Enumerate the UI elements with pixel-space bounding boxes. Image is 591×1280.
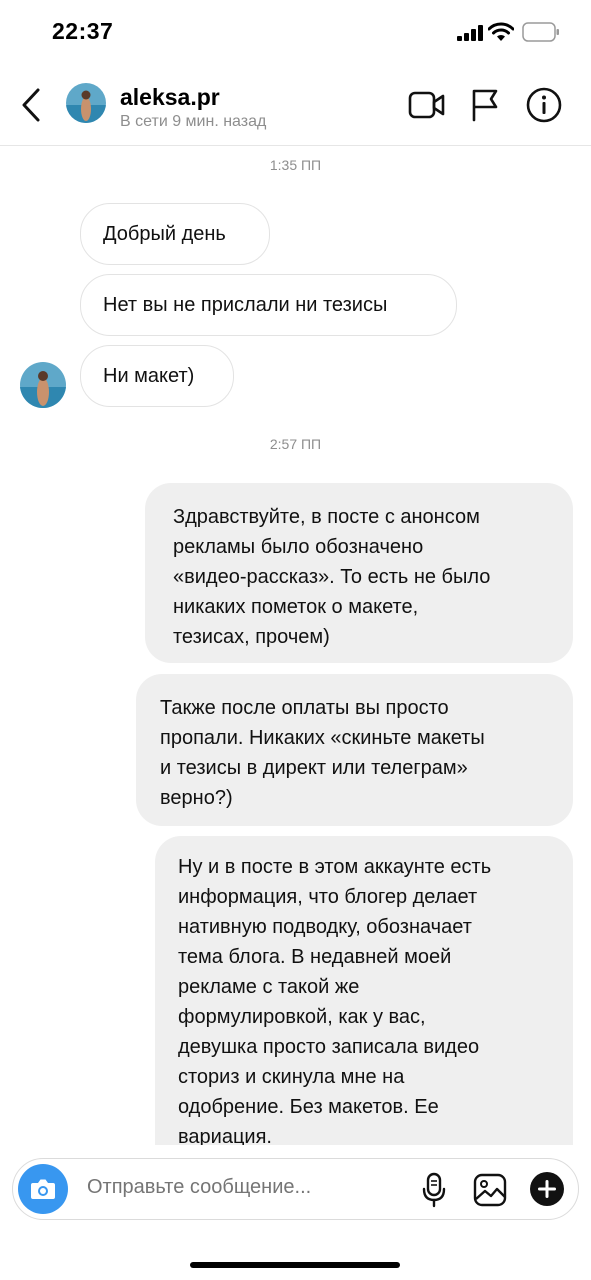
message-line: информация, что блогер делает [178, 886, 478, 908]
message-line: Также после оплаты вы просто [160, 697, 449, 719]
gallery-icon[interactable] [473, 1173, 507, 1207]
video-call-icon[interactable] [408, 90, 446, 120]
message-line: и тезисы в директ или телеграм» [160, 757, 468, 779]
avatar[interactable] [66, 83, 106, 123]
outgoing-message[interactable]: Ну и в посте в этом аккаунте есть информ… [155, 836, 573, 1145]
chat-username[interactable]: aleksa.pr [120, 84, 220, 111]
message-composer [12, 1158, 579, 1220]
flag-icon[interactable] [470, 88, 500, 122]
message-line: «видео-рассказ». То есть не было [173, 566, 491, 588]
home-indicator[interactable] [190, 1262, 400, 1268]
outgoing-message[interactable]: Также после оплаты вы просто пропали. Ни… [136, 674, 573, 826]
message-thread[interactable]: 1:35 ПП Добрый день Нет вы не прислали н… [0, 147, 591, 1145]
message-line: рекламе с такой же [178, 976, 360, 998]
sender-avatar[interactable] [20, 362, 66, 408]
message-line: верно?) [160, 787, 233, 809]
message-line: тезисах, прочем) [173, 626, 330, 648]
back-arrow-icon[interactable] [18, 86, 44, 124]
battery-icon [522, 22, 559, 42]
message-line: сториз и скинула мне на [178, 1066, 405, 1088]
status-bar: 22:37 [0, 0, 591, 64]
outgoing-message[interactable]: Здравствуйте, в посте с анонсом рекламы … [145, 483, 573, 663]
incoming-message[interactable]: Нет вы не прислали ни тезисы [80, 274, 457, 336]
info-icon[interactable] [526, 87, 562, 123]
incoming-message[interactable]: Добрый день [80, 203, 270, 265]
message-line: Здравствуйте, в посте с анонсом [173, 506, 480, 528]
plus-icon[interactable] [529, 1171, 565, 1207]
message-line: девушка просто записала видео [178, 1036, 480, 1058]
message-line: вариация. [178, 1126, 272, 1145]
signal-icon [457, 25, 485, 41]
message-line: пропали. Никаких «скиньте макеты [160, 727, 485, 749]
wifi-icon [488, 22, 514, 41]
message-input[interactable] [87, 1176, 387, 1199]
camera-icon [31, 1179, 55, 1199]
message-line: никаких пометок о макете, [173, 596, 419, 618]
status-time: 22:37 [52, 18, 114, 44]
microphone-icon[interactable] [421, 1172, 447, 1208]
chat-header: aleksa.pr В сети 9 мин. назад [0, 64, 591, 146]
incoming-message[interactable]: Ни макет) [80, 345, 234, 407]
message-line: Ну и в посте в этом аккаунте есть [178, 856, 492, 878]
message-line: формулировкой, как у вас, [178, 1006, 426, 1028]
online-status: В сети 9 мин. назад [120, 113, 267, 130]
camera-button[interactable] [18, 1164, 68, 1214]
message-line: тема блога. В недавней моей [178, 946, 452, 968]
message-timestamp: 1:35 ПП [269, 157, 322, 173]
message-line: рекламы было обозначено [173, 536, 424, 558]
message-timestamp: 2:57 ПП [269, 436, 322, 452]
message-line: нативную подводку, обозначает [178, 916, 472, 938]
message-line: одобрение. Без макетов. Ее [178, 1096, 439, 1118]
